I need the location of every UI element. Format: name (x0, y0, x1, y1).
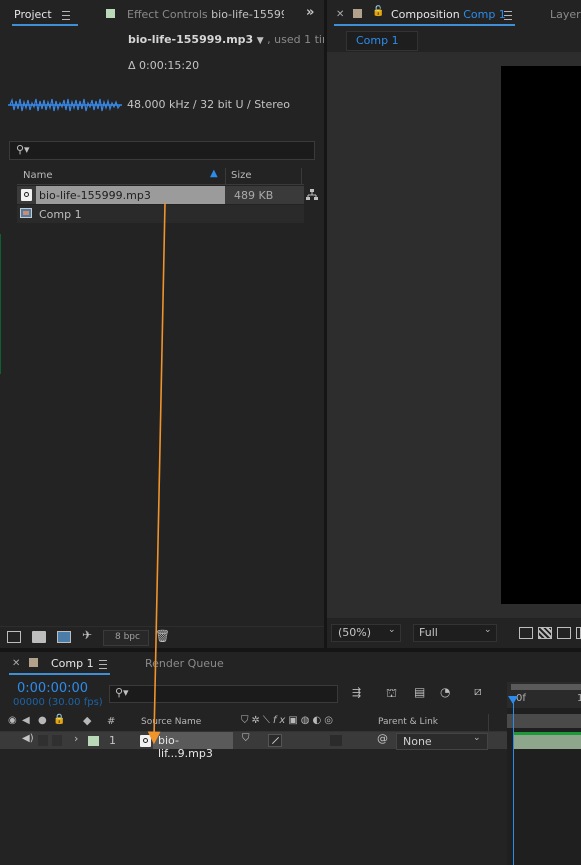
drag-arrow (147, 202, 166, 745)
